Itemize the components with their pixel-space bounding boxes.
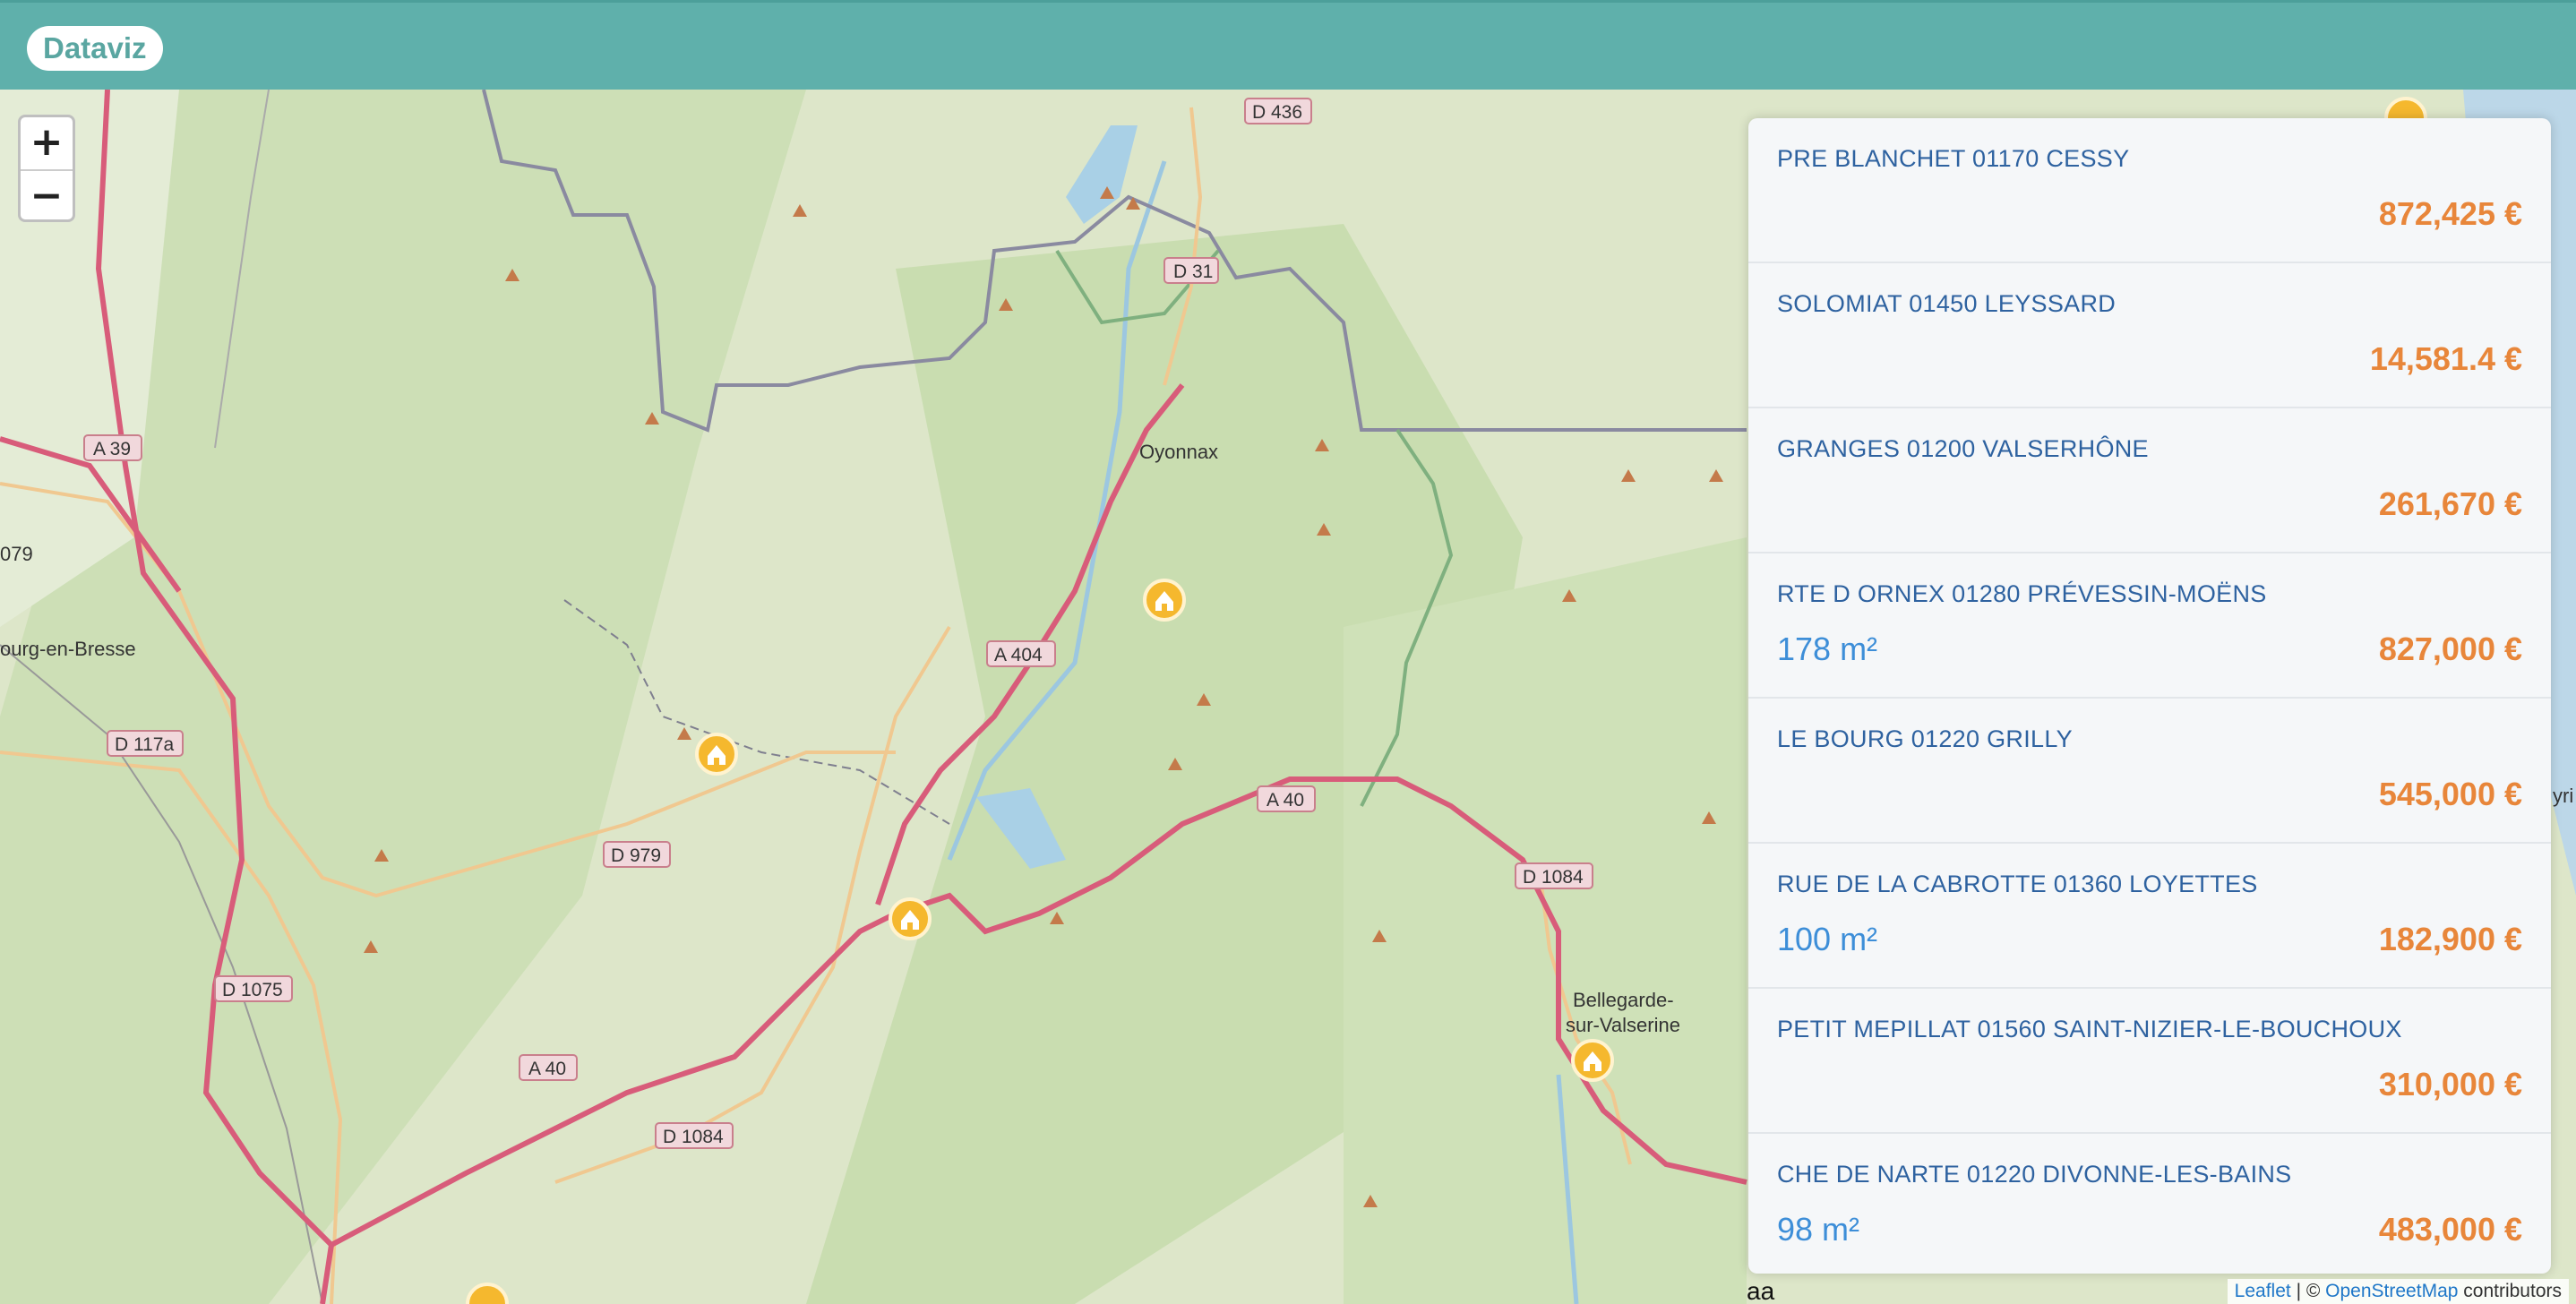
listing-area: 100 m²	[1777, 921, 1878, 957]
zoom-out-button[interactable]: −	[21, 169, 73, 219]
listing-address: RUE DE LA CABROTTE 01360 LOYETTES	[1777, 871, 2258, 897]
house-marker[interactable]	[695, 733, 738, 776]
listing-address: RTE D ORNEX 01280 PRÉVESSIN-MOËNS	[1777, 580, 2267, 607]
listing-address: PRE BLANCHET 01170 CESSY	[1777, 145, 2130, 172]
listing-item[interactable]: PETIT MEPILLAT 01560 SAINT-NIZIER-LE-BOU…	[1748, 989, 2551, 1134]
attribution-suffix: contributors	[2458, 1281, 2562, 1301]
map-attribution: Leaflet | © OpenStreetMap contributors	[2227, 1279, 2569, 1304]
house-marker[interactable]	[1571, 1039, 1614, 1082]
listing-price: 182,900 €	[2378, 921, 2522, 957]
listing-item[interactable]: RTE D ORNEX 01280 PRÉVESSIN-MOËNS 178 m²…	[1748, 553, 2551, 699]
brand-logo[interactable]: Dataviz	[27, 26, 163, 71]
listing-price: 261,670 €	[2378, 485, 2522, 522]
listing-address: PETIT MEPILLAT 01560 SAINT-NIZIER-LE-BOU…	[1777, 1016, 2402, 1042]
listing-area: 178 m²	[1777, 631, 1878, 667]
navbar: Dataviz	[0, 0, 2576, 90]
listing-address: SOLOMIAT 01450 LEYSSARD	[1777, 290, 2117, 317]
listing-price: 310,000 €	[2378, 1066, 2522, 1102]
listing-area: 98 m²	[1777, 1211, 1860, 1248]
listing-price: 483,000 €	[2378, 1211, 2522, 1248]
listing-item[interactable]: SOLOMIAT 01450 LEYSSARD 14,581.4 €	[1748, 263, 2551, 408]
stray-text: aa	[1747, 1277, 1775, 1304]
house-marker[interactable]	[1143, 579, 1186, 622]
osm-link[interactable]: OpenStreetMap	[2325, 1281, 2458, 1301]
map[interactable]: Oyonnax ourg-en-Bresse Bellegarde- sur-V…	[0, 90, 2576, 1304]
listings-panel: PRE BLANCHET 01170 CESSY 872,425 € SOLOM…	[1748, 118, 2551, 1274]
listing-item[interactable]: GRANGES 01200 VALSERHÔNE 261,670 €	[1748, 408, 2551, 553]
house-marker[interactable]	[889, 897, 932, 940]
listing-address: LE BOURG 01220 GRILLY	[1777, 725, 2073, 752]
house-marker-partial[interactable]	[466, 1283, 509, 1304]
listing-item[interactable]: LE BOURG 01220 GRILLY 545,000 €	[1748, 699, 2551, 844]
listing-price: 872,425 €	[2378, 195, 2522, 232]
attribution-separator: | ©	[2290, 1281, 2326, 1301]
listing-price: 14,581.4 €	[2369, 340, 2522, 377]
leaflet-link[interactable]: Leaflet	[2235, 1281, 2291, 1301]
listing-address: GRANGES 01200 VALSERHÔNE	[1777, 435, 2149, 462]
listing-price: 545,000 €	[2378, 776, 2522, 812]
zoom-control: + −	[18, 115, 75, 222]
listing-item[interactable]: RUE DE LA CABROTTE 01360 LOYETTES 100 m²…	[1748, 844, 2551, 989]
listing-address: CHE DE NARTE 01220 DIVONNE-LES-BAINS	[1777, 1161, 2292, 1188]
listing-item[interactable]: CHE DE NARTE 01220 DIVONNE-LES-BAINS 98 …	[1748, 1134, 2551, 1274]
listing-item[interactable]: PRE BLANCHET 01170 CESSY 872,425 €	[1748, 118, 2551, 263]
listing-price: 827,000 €	[2378, 631, 2522, 667]
zoom-in-button[interactable]: +	[21, 117, 73, 169]
